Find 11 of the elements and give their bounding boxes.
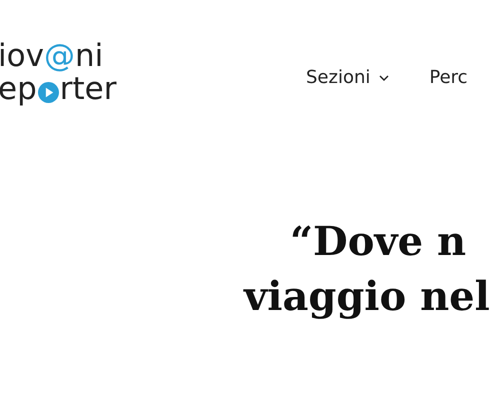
headline-text: viaggio nel	[244, 272, 490, 322]
nav-link[interactable]: Perc	[429, 67, 468, 88]
logo-text: rter	[60, 73, 116, 106]
headline-text: “Dove n	[290, 217, 466, 267]
chevron-down-icon	[379, 74, 390, 80]
nav-link[interactable]: Sezioni	[306, 67, 390, 88]
logo-text: ep	[0, 73, 37, 106]
play-icon	[38, 82, 59, 103]
logo-at-sign: @	[44, 40, 75, 73]
logo-text: ni	[74, 40, 104, 73]
logo-text: iov	[0, 40, 44, 73]
